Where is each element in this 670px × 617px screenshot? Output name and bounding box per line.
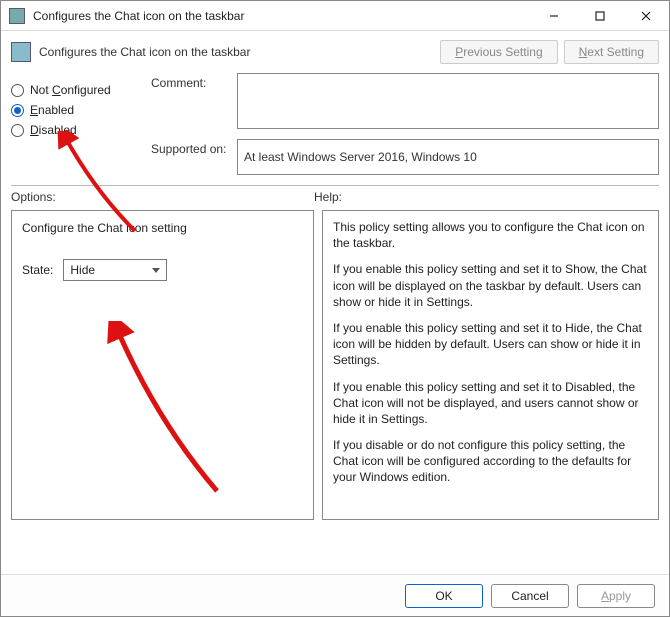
radio-label: Enabled xyxy=(30,103,74,117)
radio-disabled[interactable]: Disabled xyxy=(11,123,151,137)
radio-enabled[interactable]: Enabled xyxy=(11,103,151,117)
state-row: State: Hide xyxy=(22,259,303,281)
radio-icon xyxy=(11,104,24,117)
previous-setting-button[interactable]: Previous Setting xyxy=(440,40,557,64)
help-text: If you enable this policy setting and se… xyxy=(333,261,648,310)
state-select-value: Hide xyxy=(70,263,95,277)
supported-value: At least Windows Server 2016, Windows 10 xyxy=(237,139,659,175)
lower-section: Configure the Chat icon setting State: H… xyxy=(11,210,659,520)
options-panel: Configure the Chat icon setting State: H… xyxy=(11,210,314,520)
radio-not-configured[interactable]: Not Configured xyxy=(11,83,151,97)
policy-icon xyxy=(9,8,25,24)
titlebar: Configures the Chat icon on the taskbar xyxy=(1,1,669,31)
options-setting-title: Configure the Chat icon setting xyxy=(22,221,303,235)
radio-icon xyxy=(11,84,24,97)
maximize-button[interactable] xyxy=(577,2,623,30)
policy-title: Configures the Chat icon on the taskbar xyxy=(39,45,434,59)
chevron-down-icon xyxy=(152,268,160,273)
supported-row: Supported on: At least Windows Server 20… xyxy=(151,139,659,175)
policy-header: Configures the Chat icon on the taskbar … xyxy=(1,31,669,73)
config-upper-section: Not Configured Enabled Disabled Comment:… xyxy=(11,73,659,175)
ok-button[interactable]: OK xyxy=(405,584,483,608)
section-headers: Options: Help: xyxy=(11,190,659,204)
state-label: State: xyxy=(22,263,53,277)
meta-fields: Comment: Supported on: At least Windows … xyxy=(151,73,659,175)
cancel-button[interactable]: Cancel xyxy=(491,584,569,608)
help-text: If you disable or do not configure this … xyxy=(333,437,648,486)
minimize-button[interactable] xyxy=(531,2,577,30)
supported-label: Supported on: xyxy=(151,139,237,156)
policy-header-icon xyxy=(11,42,31,62)
radio-icon xyxy=(11,124,24,137)
help-text: If you enable this policy setting and se… xyxy=(333,379,648,428)
radio-label: Not Configured xyxy=(30,83,111,97)
help-panel: This policy setting allows you to config… xyxy=(322,210,659,520)
next-setting-button[interactable]: Next Setting xyxy=(564,40,659,64)
help-text: If you enable this policy setting and se… xyxy=(333,320,648,369)
close-button[interactable] xyxy=(623,2,669,30)
help-label: Help: xyxy=(314,190,659,204)
comment-label: Comment: xyxy=(151,73,237,90)
comment-row: Comment: xyxy=(151,73,659,129)
apply-button[interactable]: Apply xyxy=(577,584,655,608)
radio-label: Disabled xyxy=(30,123,77,137)
divider xyxy=(11,185,659,186)
comment-input[interactable] xyxy=(237,73,659,129)
options-label: Options: xyxy=(11,190,314,204)
help-text: This policy setting allows you to config… xyxy=(333,219,648,251)
state-select[interactable]: Hide xyxy=(63,259,167,281)
dialog-footer: OK Cancel Apply xyxy=(1,574,669,616)
state-radio-group: Not Configured Enabled Disabled xyxy=(11,73,151,175)
window-title: Configures the Chat icon on the taskbar xyxy=(33,9,531,23)
